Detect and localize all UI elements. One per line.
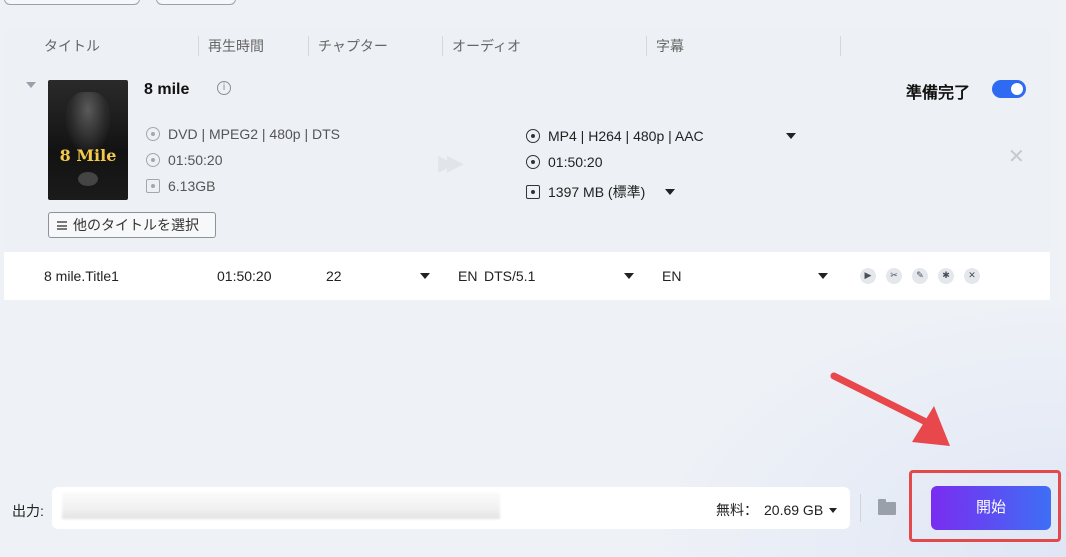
source-duration: 01:50:20 <box>168 152 223 168</box>
subtitle-dropdown-icon[interactable] <box>818 273 828 279</box>
audio-codec[interactable]: DTS/5.1 <box>484 268 535 284</box>
output-path-blurred <box>62 493 500 519</box>
free-space-value: 20.69 GB <box>764 502 824 518</box>
start-button[interactable]: 開始 <box>931 486 1051 530</box>
subtitle-select[interactable]: EN <box>662 268 681 284</box>
delete-icon[interactable]: ✕ <box>964 268 980 284</box>
folder-icon[interactable] <box>878 499 896 515</box>
clock-icon <box>526 155 540 169</box>
poster-hands <box>78 172 98 186</box>
title-duration: 01:50:20 <box>217 268 272 284</box>
column-divider <box>442 36 443 56</box>
output-format-dropdown-icon[interactable] <box>785 133 796 139</box>
title-name: 8 mile.Title1 <box>44 268 119 284</box>
column-divider <box>198 36 199 56</box>
movie-poster: 8 Mile <box>48 80 128 200</box>
title-row[interactable]: 8 mile.Title1 01:50:20 22 EN DTS/5.1 EN … <box>4 252 1050 300</box>
column-audio: オーディオ <box>452 38 522 54</box>
column-subtitle: 字幕 <box>656 38 684 54</box>
effect-icon[interactable]: ✱ <box>938 268 954 284</box>
convert-arrow-icon: ▶▶ <box>438 150 464 175</box>
output-format-icon <box>526 129 540 143</box>
source-item-panel: 8 Mile 8 mile i DVD | MPEG2 | 480p | DTS… <box>4 64 1050 252</box>
file-icon <box>526 185 540 199</box>
column-chapters: チャプター <box>318 38 388 54</box>
chapters-select[interactable]: 22 <box>326 268 342 284</box>
cut-icon[interactable]: ✂ <box>886 268 902 284</box>
edit-icon[interactable]: ✎ <box>912 268 928 284</box>
output-duration-line: 01:50:20 <box>526 154 603 170</box>
column-header-row: タイトル 再生時間 チャプター オーディオ 字幕 <box>4 28 1050 64</box>
output-size: 1397 MB (標準) <box>548 184 646 200</box>
poster-title: 8 Mile <box>59 146 117 165</box>
collapse-arrow-icon[interactable] <box>26 82 36 88</box>
output-size-dropdown-icon[interactable] <box>665 189 676 195</box>
output-label: 出力: <box>12 503 44 519</box>
list-icon <box>57 220 67 230</box>
output-duration: 01:50:20 <box>548 154 603 170</box>
output-format: MP4 | H264 | 480p | AAC <box>548 128 704 144</box>
column-divider <box>840 36 841 56</box>
source-format-line: DVD | MPEG2 | 480p | DTS <box>146 126 340 142</box>
audio-lang[interactable]: EN <box>458 268 477 284</box>
ready-label: 準備完了 <box>906 85 971 102</box>
toggle-knob <box>1011 83 1023 95</box>
chapters-dropdown-icon[interactable] <box>420 273 430 279</box>
source-size-line: 6.13GB <box>146 178 215 194</box>
column-divider <box>646 36 647 56</box>
ready-toggle[interactable] <box>992 80 1026 98</box>
top-tab-button-2[interactable] <box>156 0 236 5</box>
select-other-title-label: 他のタイトルを選択 <box>73 217 199 233</box>
column-title: タイトル <box>44 38 100 54</box>
divider <box>860 494 861 522</box>
select-other-title-button[interactable]: 他のタイトルを選択 <box>48 212 216 238</box>
close-icon[interactable]: ✕ <box>1008 144 1025 169</box>
output-format-line[interactable]: MP4 | H264 | 480p | AAC <box>526 128 796 144</box>
free-space[interactable]: 無料： 20.69 GB <box>716 500 838 520</box>
file-icon <box>146 179 160 193</box>
output-size-line[interactable]: 1397 MB (標準) <box>526 182 676 202</box>
source-format: DVD | MPEG2 | 480p | DTS <box>168 126 340 142</box>
free-space-dropdown-icon[interactable] <box>829 507 838 513</box>
column-duration: 再生時間 <box>208 38 264 54</box>
audio-dropdown-icon[interactable] <box>624 273 634 279</box>
disc-icon <box>146 127 160 141</box>
source-size: 6.13GB <box>168 178 216 194</box>
free-label: 無料： <box>716 502 758 518</box>
clock-icon <box>146 153 160 167</box>
info-icon[interactable]: i <box>217 81 231 95</box>
bottom-bar: 出力: 無料： 20.69 GB <box>0 480 1066 540</box>
top-tab-button-1[interactable] <box>4 0 140 5</box>
column-divider <box>308 36 309 56</box>
source-duration-line: 01:50:20 <box>146 152 223 168</box>
title-actions: ▶ ✂ ✎ ✱ ✕ <box>860 268 980 284</box>
poster-figure <box>66 92 110 150</box>
play-icon[interactable]: ▶ <box>860 268 876 284</box>
red-arrow-annotation <box>830 372 950 446</box>
item-title: 8 mile <box>144 81 190 98</box>
